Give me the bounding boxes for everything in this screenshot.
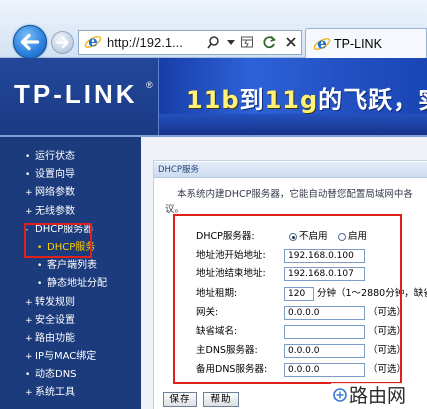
sidebar-item-label: 静态地址分配 <box>47 278 107 290</box>
menu-bullet: • <box>25 370 31 381</box>
sidebar-item-label: 转发规则 <box>35 296 75 308</box>
menu-bullet: • <box>25 152 31 162</box>
compatibility-view-icon[interactable] <box>240 35 254 49</box>
sidebar-item-ip-mac-binding[interactable]: + IP与MAC绑定 <box>0 348 141 366</box>
sidebar-item-wireless[interactable]: + 无线参数 <box>0 203 141 221</box>
panel-title: DHCP服务 <box>154 162 427 178</box>
watermark: 路由网 <box>331 383 427 409</box>
save-button[interactable]: 保存 <box>163 392 197 407</box>
forward-arrow-icon <box>56 36 69 49</box>
sidebar-item-label: IP与MAC绑定 <box>35 351 97 363</box>
tab-title: TP-LINK <box>334 37 382 51</box>
sidebar-item-status[interactable]: • 运行状态 <box>0 148 141 166</box>
dhcp-settings-panel: DHCP服务 本系统内建DHCP服务器，它能自动替您配置局域网中各 议。 DHC… <box>153 160 427 409</box>
menu-bullet: • <box>37 279 43 290</box>
banner-11b: 11b <box>186 86 240 114</box>
logo-text: TP-LINK <box>14 79 138 109</box>
intro-text-line2: 议。 <box>165 204 185 215</box>
sidebar-item-forwarding[interactable]: + 转发规则 <box>0 294 141 312</box>
tab-tp-link[interactable]: e TP-LINK <box>305 28 427 58</box>
watermark-text: 路由网 <box>349 385 407 407</box>
dropdown-arrow-icon[interactable] <box>224 35 238 49</box>
banner-slogan: 的飞跃，实 <box>318 86 427 114</box>
sidebar-item-label: 无线参数 <box>35 205 75 217</box>
forward-button[interactable] <box>51 31 74 54</box>
banner-to: 到 <box>239 86 265 114</box>
help-button[interactable]: 帮助 <box>203 392 239 407</box>
address-bar[interactable]: e http://192.1... <box>78 30 302 55</box>
sidebar-item-static-address[interactable]: • 静态地址分配 <box>0 275 141 293</box>
annotation-highlight-menu <box>24 223 92 258</box>
sidebar-item-label: 客户端列表 <box>47 260 97 272</box>
expand-icon: + <box>25 297 33 308</box>
menu-bullet: • <box>37 261 43 272</box>
router-header: TP-LINK ® 11b到11g的飞跃，实 <box>0 58 427 135</box>
sidebar-item-label: 设置向导 <box>35 169 75 181</box>
svg-text:e: e <box>88 33 98 51</box>
refresh-icon[interactable] <box>262 35 276 49</box>
sidebar-item-ddns[interactable]: • 动态DNS <box>0 366 141 384</box>
back-button[interactable] <box>13 25 47 59</box>
watermark-logo-icon <box>333 388 347 402</box>
annotation-highlight-form <box>173 214 402 384</box>
sidebar-item-routing[interactable]: + 路由功能 <box>0 330 141 348</box>
sidebar-item-security[interactable]: + 安全设置 <box>0 312 141 330</box>
sidebar-item-system-tools[interactable]: + 系统工具 <box>0 384 141 402</box>
expand-icon: + <box>25 333 33 344</box>
ie-tab-icon: e <box>313 35 331 53</box>
stop-icon[interactable] <box>284 35 298 49</box>
sidebar-item-label: 运行状态 <box>35 151 75 162</box>
expand-icon: + <box>25 352 33 363</box>
sidebar-item-client-list[interactable]: • 客户端列表 <box>0 257 141 275</box>
banner-stripe <box>159 114 427 135</box>
sidebar-item-label: 路由功能 <box>35 332 75 344</box>
sidebar-item-label: 动态DNS <box>35 369 77 381</box>
menu-list: • 运行状态 • 设置向导 + 网络参数 + 无线参数 - DHCP服务器 • DHCP服务… <box>0 148 141 403</box>
promo-banner: 11b到11g的飞跃，实 <box>158 58 427 135</box>
banner-11g: 11g <box>264 86 319 114</box>
svg-text:e: e <box>317 35 327 53</box>
menu-bullet: • <box>25 170 31 181</box>
sidebar-item-network[interactable]: + 网络参数 <box>0 184 141 202</box>
url-text[interactable]: http://192.1... <box>107 31 183 54</box>
banner-text: 11b到11g的飞跃，实 <box>186 80 427 115</box>
sidebar-item-wizard[interactable]: • 设置向导 <box>0 166 141 184</box>
tp-link-logo: TP-LINK ® <box>0 58 158 135</box>
expand-icon: + <box>25 315 33 326</box>
expand-icon: + <box>25 206 33 217</box>
search-icon[interactable] <box>206 35 220 49</box>
ie-page-icon: e <box>84 33 102 51</box>
sidebar-item-label: 系统工具 <box>35 387 75 399</box>
browser-toolbar: e http://192.1... e TP-LINK <box>0 0 427 59</box>
sidebar-item-label: 安全设置 <box>35 314 75 326</box>
registered-mark: ® <box>146 80 153 90</box>
sidebar-item-label: 网络参数 <box>35 187 75 199</box>
back-arrow-icon <box>20 33 40 51</box>
expand-icon: + <box>25 388 33 399</box>
intro-text-line1: 本系统内建DHCP服务器，它能自动替您配置局域网中各 <box>177 189 413 200</box>
expand-icon: + <box>25 188 33 199</box>
sidebar-menu: • 运行状态 • 设置向导 + 网络参数 + 无线参数 - DHCP服务器 • DHCP服务… <box>0 135 141 409</box>
